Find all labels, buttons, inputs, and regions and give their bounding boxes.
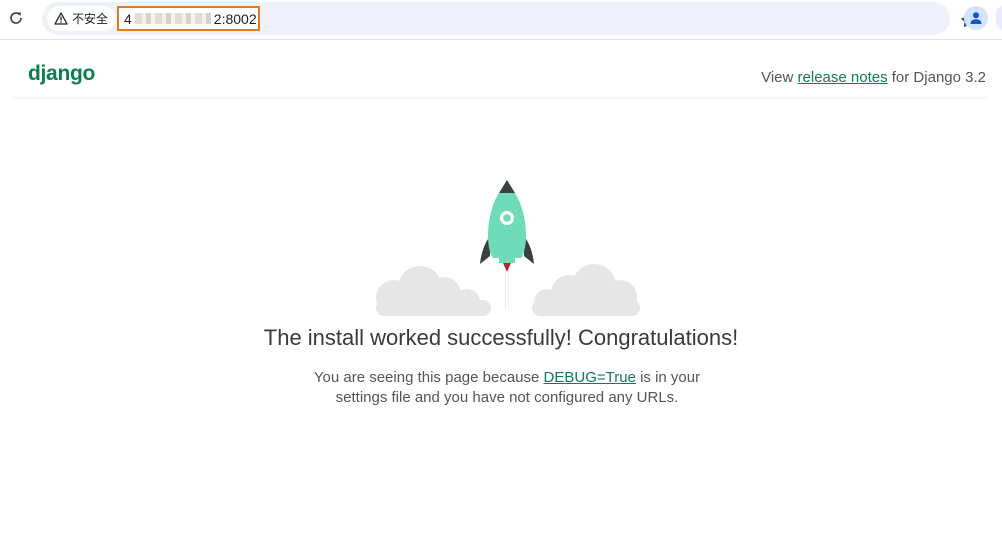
url-suffix: 2:8002 — [213, 10, 257, 27]
desc-prefix: You are seeing this page because — [313, 369, 544, 386]
reload-button[interactable] — [6, 8, 26, 28]
release-prefix: View — [761, 69, 798, 86]
release-suffix: for Django 3.2 — [887, 69, 986, 86]
security-label: 不安全 — [72, 12, 109, 26]
profile-icon — [970, 12, 982, 24]
security-indicator[interactable]: 不安全 — [47, 6, 117, 31]
browser-toolbar: 不安全 4 2:8002 — [0, 0, 1002, 40]
debug-description: You are seeing this page because DEBUG=T… — [301, 368, 713, 408]
extensions-edge[interactable] — [996, 6, 1002, 30]
url-redaction — [134, 13, 211, 24]
release-notes-line: View release notes for Django 3.2 — [761, 69, 986, 86]
success-headline: The install worked successfully! Congrat… — [263, 325, 739, 350]
warning-icon — [54, 12, 68, 25]
url-prefix: 4 — [124, 10, 132, 27]
django-header: django View release notes for Django 3.2 — [14, 56, 986, 98]
debug-docs-link[interactable]: DEBUG=True — [544, 369, 636, 386]
rocket-illustration — [372, 176, 642, 320]
release-notes-link[interactable]: release notes — [798, 69, 888, 86]
rocket-icon — [376, 180, 640, 316]
reload-icon — [10, 12, 22, 24]
url-field[interactable]: 4 2:8002 — [117, 6, 260, 31]
profile-button[interactable] — [964, 6, 988, 30]
address-bar[interactable]: 不安全 4 2:8002 — [42, 2, 976, 35]
django-logo[interactable]: django — [28, 62, 95, 86]
